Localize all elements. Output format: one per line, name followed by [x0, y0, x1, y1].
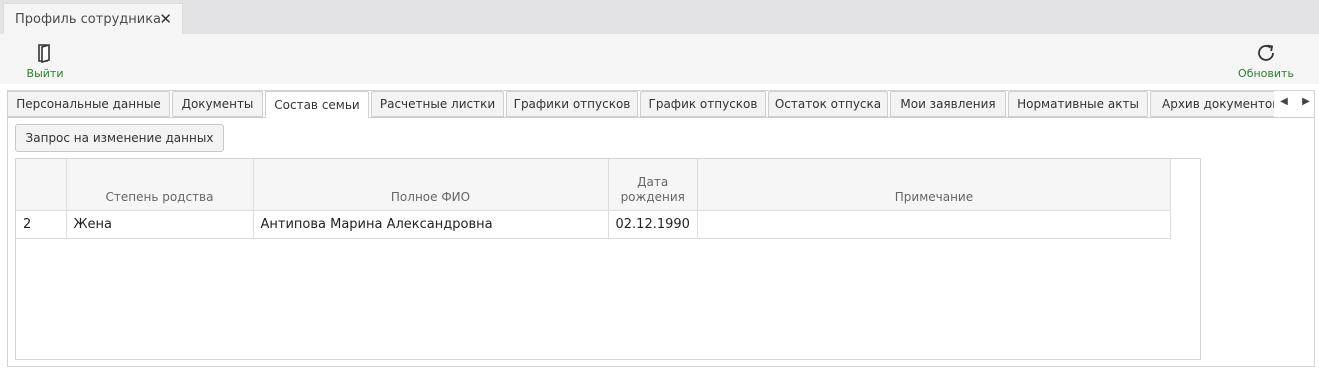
table-header-row: Степень родства Полное ФИО Дата рождения… — [16, 159, 1171, 211]
column-header-full-name[interactable]: Полное ФИО — [253, 159, 609, 211]
tab-label: Документы — [181, 97, 254, 111]
request-data-change-button[interactable]: Запрос на изменение данных — [15, 124, 224, 152]
tab-label: Мои заявления — [900, 97, 996, 111]
cell-number: 2 — [16, 210, 67, 239]
request-data-change-label: Запрос на изменение данных — [25, 131, 214, 145]
tab-document-archive[interactable]: Архив документов — [1150, 91, 1274, 117]
exit-label: Выйти — [26, 67, 64, 80]
tab-scroll-right-icon[interactable]: ▶ — [1299, 96, 1313, 112]
tab-label: Архив документов — [1162, 97, 1274, 111]
cell-birth-date: 02.12.1990 — [608, 210, 698, 239]
close-icon[interactable]: ✕ — [159, 10, 172, 28]
column-header-number[interactable] — [16, 159, 67, 211]
tab-scroll-left-icon[interactable]: ◀ — [1277, 96, 1291, 112]
tab-vacation-balance[interactable]: Остаток отпуска — [768, 91, 888, 117]
cell-relation: Жена — [66, 210, 254, 239]
document-tab-title: Профиль сотрудника — [15, 11, 162, 27]
tab-label: Состав семьи — [274, 98, 360, 112]
refresh-button[interactable]: Обновить — [1235, 34, 1297, 84]
tab-regulations[interactable]: Нормативные акты — [1008, 91, 1148, 117]
tab-label: Графики отпусков — [513, 97, 631, 111]
document-tab[interactable]: Профиль сотрудника ✕ — [3, 3, 183, 34]
cell-note — [697, 210, 1171, 239]
tab-payslips[interactable]: Расчетные листки — [371, 91, 504, 117]
family-grid: Степень родства Полное ФИО Дата рождения… — [15, 158, 1201, 360]
column-header-relation[interactable]: Степень родства — [66, 159, 254, 211]
door-exit-icon — [37, 40, 53, 66]
column-header-note[interactable]: Примечание — [697, 159, 1171, 211]
tab-label: Нормативные акты — [1017, 97, 1139, 111]
tab-label: Персональные данные — [16, 97, 161, 111]
toolbar: Выйти Обновить — [0, 34, 1319, 84]
document-tab-bar: Профиль сотрудника ✕ — [0, 0, 1319, 34]
tab-documents[interactable]: Документы — [172, 91, 263, 117]
tab-label: Остаток отпуска — [774, 97, 882, 111]
tab-scroll-controls: ◀ ▶ — [1277, 96, 1313, 112]
tab-personal-data[interactable]: Персональные данные — [7, 91, 170, 117]
exit-button[interactable]: Выйти — [22, 34, 68, 84]
cell-full-name: Антипова Марина Александровна — [253, 210, 609, 239]
refresh-label: Обновить — [1238, 67, 1294, 80]
column-header-birth-date[interactable]: Дата рождения — [608, 159, 698, 211]
family-table: Степень родства Полное ФИО Дата рождения… — [16, 159, 1171, 239]
refresh-icon — [1255, 40, 1277, 66]
tab-my-requests[interactable]: Мои заявления — [890, 91, 1006, 117]
table-row[interactable]: 2 Жена Антипова Марина Александровна 02.… — [16, 210, 1171, 239]
tab-family[interactable]: Состав семьи — [265, 91, 369, 118]
birth-date-header-line1: Дата — [637, 174, 669, 189]
tab-label: График отпусков — [648, 97, 758, 111]
birth-date-header-line2: рождения — [620, 189, 685, 204]
tab-label: Расчетные листки — [379, 97, 496, 111]
profile-tabs: Персональные данные Документы Состав сем… — [7, 91, 1274, 118]
tab-vacation-schedules[interactable]: Графики отпусков — [506, 91, 638, 117]
tab-vacation-schedule[interactable]: График отпусков — [640, 91, 766, 117]
